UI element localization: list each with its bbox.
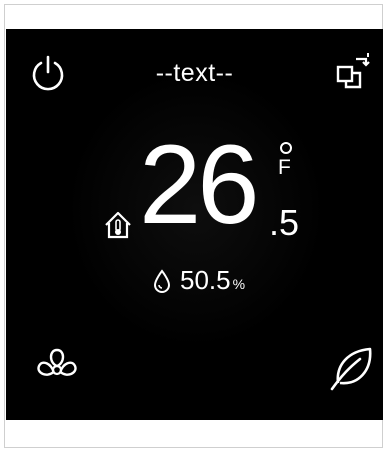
eco-mode-button[interactable] xyxy=(326,341,378,393)
temperature-decimal: .5 xyxy=(269,202,300,243)
thermostat-screen: --text-- F 26 .5 50.5 % xyxy=(6,29,383,420)
device-title: --text-- xyxy=(155,59,234,87)
temperature-value: 26 xyxy=(139,122,260,247)
mode-switch-icon xyxy=(336,53,370,89)
humidity-readout: 50.5 % xyxy=(152,265,245,296)
home-thermometer-icon xyxy=(105,211,131,239)
water-drop-icon xyxy=(153,268,171,293)
humidity-unit: % xyxy=(232,276,246,292)
leaf-icon xyxy=(330,347,372,391)
degree-symbol xyxy=(280,142,292,154)
mode-switch-button[interactable] xyxy=(332,51,376,95)
fan-button[interactable] xyxy=(31,343,83,395)
fan-icon xyxy=(37,348,77,376)
humidity-value: 50.5 xyxy=(180,265,231,295)
temperature-unit: F xyxy=(278,156,291,179)
